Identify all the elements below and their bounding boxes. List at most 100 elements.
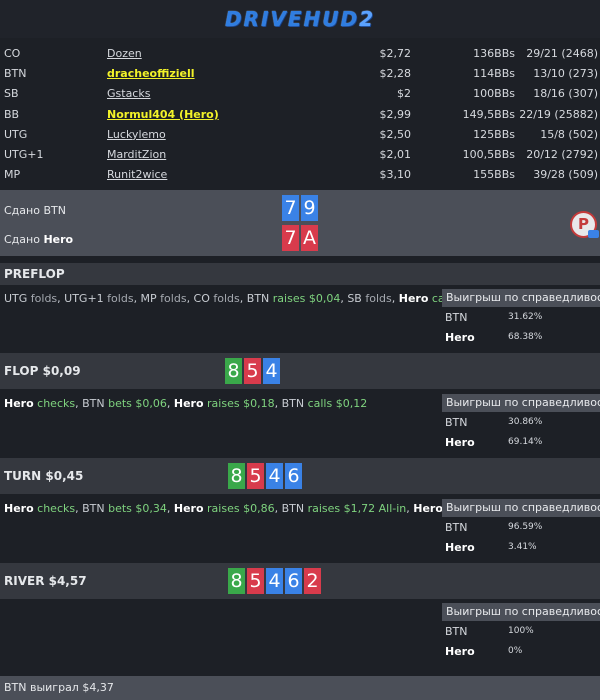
action-player: UTG xyxy=(4,292,28,305)
player-stack: $2,72 xyxy=(379,46,412,60)
player-name-link[interactable]: Gstacks xyxy=(107,87,150,100)
action-verb: folds xyxy=(156,292,187,305)
player-stack-bb: 114BBs xyxy=(473,66,515,80)
player-row: CO Dozen $2,72 136BBs 29/21 (2468) xyxy=(0,43,600,63)
btn-hole-cards: 7 9 xyxy=(282,195,318,221)
turn-board-cards: 8 5 4 6 xyxy=(228,463,302,489)
action-verb: checks xyxy=(33,397,76,410)
player-stack-bb: 155BBs xyxy=(473,168,515,182)
player-name-link[interactable]: dracheoffiziell xyxy=(107,67,195,80)
result-footer: BTN выиграл $4,37 xyxy=(0,676,600,700)
player-position: SB xyxy=(4,87,19,101)
equity-row: BTN 100% xyxy=(445,624,534,638)
action-player: , BTN xyxy=(75,397,105,410)
equity-title: Выигрыш по справедливости xyxy=(442,289,600,307)
player-stack: $2,28 xyxy=(379,66,412,80)
board-card: 6 xyxy=(285,568,302,594)
action-player: , xyxy=(166,397,174,410)
player-row: MP Runit2wice $3,10 155BBs 39/28 (509) xyxy=(0,165,600,185)
action-player: , MP xyxy=(133,292,157,305)
player-position: UTG+1 xyxy=(4,148,44,162)
player-stats: 13/10 (273) xyxy=(533,66,598,80)
hero-name: Hero xyxy=(398,292,429,305)
action-player: , xyxy=(166,502,174,515)
board-card: 8 xyxy=(225,358,242,384)
street-flop-header: FLOP $0,09 8 5 4 xyxy=(0,353,600,389)
player-stats: 18/16 (307) xyxy=(533,87,598,101)
equity-row: BTN 30.86% xyxy=(445,415,543,429)
board-card: 2 xyxy=(304,568,321,594)
equity-preflop: Выигрыш по справедливости BTN 31.62% Hero… xyxy=(442,289,600,347)
hero-name: Hero xyxy=(4,502,34,515)
action-verb: folds xyxy=(103,292,134,305)
player-stack-bb: 100BBs xyxy=(473,87,515,101)
board-card: 5 xyxy=(244,358,261,384)
action-verb: folds xyxy=(209,292,240,305)
flop-board-cards: 8 5 4 xyxy=(225,358,280,384)
dealt-cards-panel: Сдано BTN Сдано Hero 7 9 7 A xyxy=(0,190,600,256)
board-card: 4 xyxy=(266,463,283,489)
preflop-actions: UTG folds, UTG+1 folds, MP folds, CO fol… xyxy=(4,292,492,305)
card-hero-1: 7 xyxy=(282,225,299,251)
player-name-link[interactable]: Luckylemo xyxy=(107,128,166,141)
hero-name: Hero xyxy=(4,397,34,410)
player-name-link[interactable]: MarditZion xyxy=(107,148,166,161)
player-name-link[interactable]: Dozen xyxy=(107,47,142,60)
action-player: , xyxy=(391,292,399,305)
player-position: UTG xyxy=(4,127,28,141)
player-position: MP xyxy=(4,168,21,182)
player-stack: $2 xyxy=(397,87,411,101)
action-verb: raises $1,72 All-in xyxy=(304,502,407,515)
equity-title: Выигрыш по справедливости xyxy=(442,603,600,621)
players-table: CO Dozen $2,72 136BBs 29/21 (2468) BTN dracheo… xyxy=(0,38,600,186)
player-stack: $2,99 xyxy=(379,107,412,121)
card-btn-1: 7 xyxy=(282,195,299,221)
hero-name: Hero xyxy=(413,502,443,515)
street-turn-header: TURN $0,45 8 5 4 6 xyxy=(0,458,600,494)
action-player: , BTN xyxy=(239,292,270,305)
street-river-title: RIVER $4,57 xyxy=(4,574,87,588)
equity-row: BTN 31.62% xyxy=(445,310,543,324)
replayer-logo-icon[interactable]: P xyxy=(570,211,599,238)
action-player: , BTN xyxy=(75,502,105,515)
player-stats: 15/8 (502) xyxy=(540,127,598,141)
board-card: 4 xyxy=(263,358,280,384)
player-position: BB xyxy=(4,107,20,121)
player-stats: 29/21 (2468) xyxy=(526,46,598,60)
street-preflop-header: PREFLOP xyxy=(0,263,600,285)
player-stats: 22/19 (25882) xyxy=(519,107,598,121)
player-stack-bb: 100,5BBs xyxy=(462,148,515,162)
action-verb: bets $0,06 xyxy=(104,397,167,410)
equity-row: BTN 96.59% xyxy=(445,520,543,534)
player-row: UTG Luckylemo $2,50 125BBs 15/8 (502) xyxy=(0,124,600,144)
flop-actions: Hero checks, BTN bets $0,06, Hero raises… xyxy=(4,397,367,410)
player-stats: 20/12 (2792) xyxy=(526,148,598,162)
board-card: 4 xyxy=(266,568,283,594)
header: DRIVEHUD2 xyxy=(0,0,600,38)
board-card: 6 xyxy=(285,463,302,489)
player-name-link[interactable]: Runit2wice xyxy=(107,168,167,181)
player-row: BB Normul404 (Hero) $2,99 149,5BBs 22/19 (25… xyxy=(0,104,600,124)
player-stack: $3,10 xyxy=(379,168,412,182)
equity-turn: Выигрыш по справедливости BTN 96.59% Hero… xyxy=(442,499,600,557)
action-verb: folds xyxy=(27,292,58,305)
street-turn-title: TURN $0,45 xyxy=(4,469,84,483)
equity-row: Hero 68.38% xyxy=(445,330,543,344)
drivehud-logo: DRIVEHUD2 xyxy=(224,7,376,31)
player-name-link[interactable]: Normul404 (Hero) xyxy=(107,108,219,121)
equity-row: Hero 69.14% xyxy=(445,435,543,449)
equity-flop: Выигрыш по справедливости BTN 30.86% Hero… xyxy=(442,394,600,452)
action-verb: raises $0,86 xyxy=(203,502,275,515)
action-player: , CO xyxy=(186,292,210,305)
action-player: , SB xyxy=(340,292,362,305)
player-stack-bb: 125BBs xyxy=(473,127,515,141)
action-player: , BTN xyxy=(274,397,305,410)
equity-title: Выигрыш по справедливости xyxy=(442,394,600,412)
hero-name: Hero xyxy=(173,397,204,410)
card-hero-2: A xyxy=(301,225,318,251)
action-verb: bets $0,34 xyxy=(104,502,167,515)
player-row: BTN dracheoffiziell $2,28 114BBs 13/10 (273) xyxy=(0,63,600,83)
board-card: 8 xyxy=(228,463,245,489)
player-stack-bb: 136BBs xyxy=(473,46,515,60)
dealt-hero-label: Сдано Hero xyxy=(4,233,74,246)
